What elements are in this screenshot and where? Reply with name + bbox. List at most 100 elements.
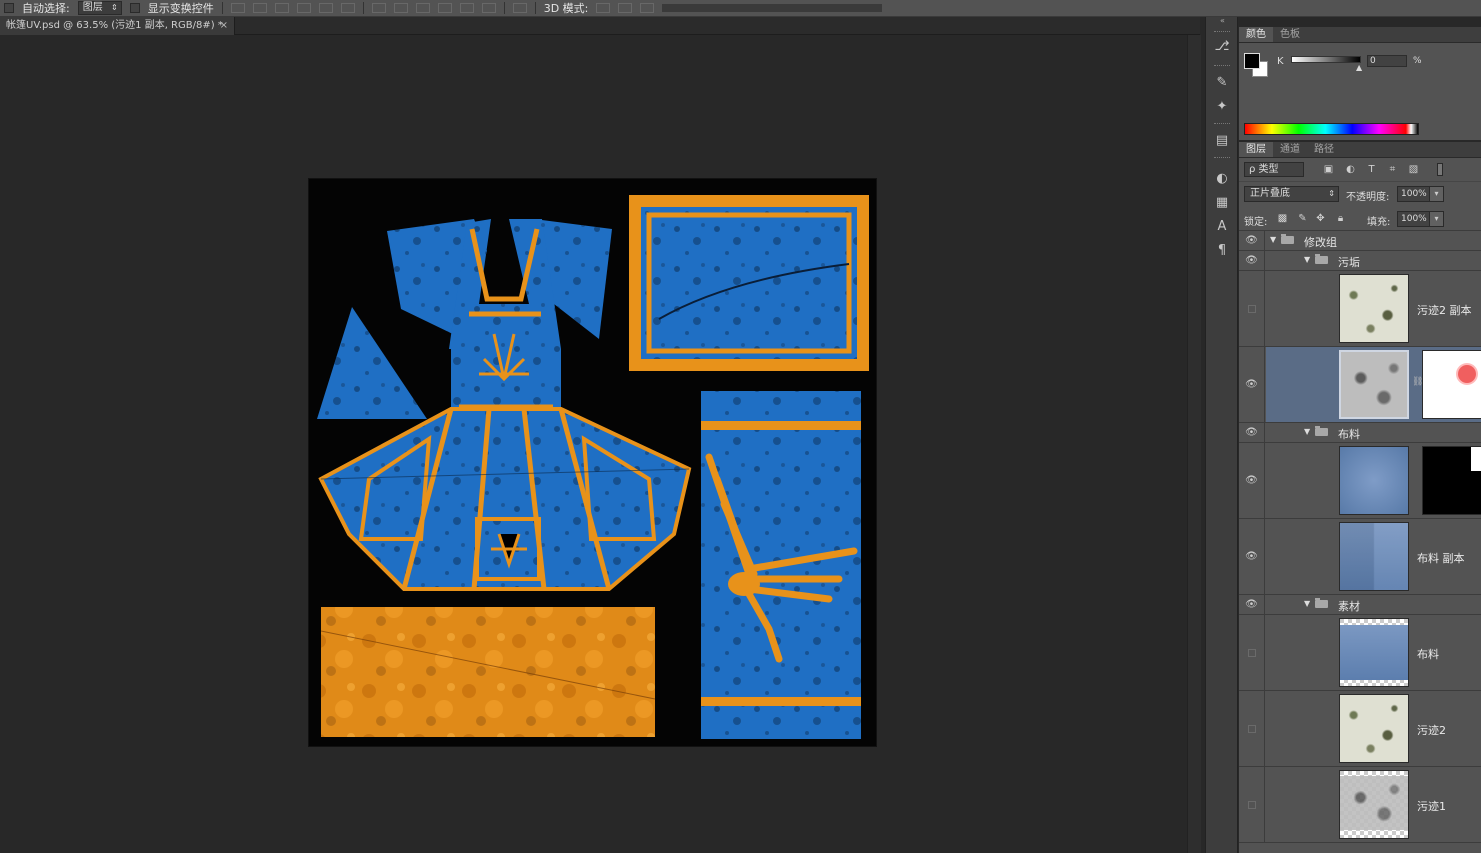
k-slider[interactable] [1291, 56, 1361, 63]
layer-row[interactable]: 污迹2 副本 [1239, 271, 1481, 347]
eye-icon-hidden[interactable] [1239, 271, 1265, 346]
document-tab[interactable]: 帐篷UV.psd @ 63.5% (污迹1 副本, RGB/8#) * × [0, 17, 235, 35]
auto-align-icon[interactable] [512, 3, 527, 13]
layer-mask-thumbnail[interactable] [1422, 350, 1481, 419]
fill-dropdown-arrow-icon[interactable]: ▾ [1429, 211, 1444, 227]
layer-body[interactable] [1266, 443, 1481, 518]
roll-3d-icon[interactable] [618, 3, 633, 13]
layer-group-row[interactable]: 👁︎ ▼ 污垢 [1239, 251, 1481, 271]
layer-body[interactable]: 污迹2 [1266, 691, 1481, 766]
show-transform-checkbox[interactable] [129, 3, 140, 13]
rotate-3d-icon[interactable] [596, 3, 611, 13]
filter-pixel-icon[interactable]: ▣ [1323, 164, 1334, 175]
chevron-down-icon[interactable]: ▼ [1304, 599, 1310, 608]
layer-body[interactable]: 污迹2 副本 [1266, 271, 1481, 346]
eye-icon[interactable]: 👁︎ [1239, 443, 1265, 518]
layer-row[interactable]: 布料 [1239, 615, 1481, 691]
filter-toggle[interactable] [1437, 163, 1443, 176]
filter-smartobject-icon[interactable]: ▧ [1408, 164, 1419, 175]
dock-grip[interactable] [1214, 65, 1230, 67]
layer-row[interactable]: 污迹1 [1239, 767, 1481, 843]
close-icon[interactable]: × [220, 17, 228, 35]
layer-group-row[interactable]: 👁︎ ▼ 修改组 [1239, 231, 1481, 251]
layer-body[interactable]: ▼ 素材 [1266, 595, 1481, 614]
auto-select-dropdown[interactable]: 图层 [77, 1, 122, 15]
align-hcenter-icon[interactable] [318, 3, 333, 13]
eye-icon-hidden[interactable] [1239, 615, 1265, 690]
filter-shape-icon[interactable]: ⌗ [1387, 164, 1398, 175]
layer-body[interactable]: ▼ 布料 [1266, 423, 1481, 442]
lock-pixels-icon[interactable]: ✎ [1297, 213, 1308, 224]
eye-icon-hidden[interactable] [1239, 691, 1265, 766]
auto-select-checkbox[interactable] [4, 3, 14, 13]
tab-paths[interactable]: 路径 [1307, 142, 1341, 157]
eye-icon[interactable]: 👁︎ [1239, 231, 1265, 250]
lock-all-icon[interactable]: 🔒︎ [1335, 213, 1346, 224]
color-spectrum-bar[interactable] [1244, 123, 1419, 135]
document-canvas[interactable] [308, 178, 877, 747]
tab-channels[interactable]: 通道 [1273, 142, 1307, 157]
dock-grip[interactable] [1214, 123, 1230, 125]
distribute-right-icon[interactable] [481, 3, 496, 13]
canvas-vertical-scrollbar[interactable] [1187, 35, 1201, 853]
align-bottom-icon[interactable] [274, 3, 289, 13]
eye-icon[interactable]: 👁︎ [1239, 519, 1265, 594]
layer-row[interactable]: 👁︎ 布料 副本 [1239, 519, 1481, 595]
align-top-icon[interactable] [230, 3, 245, 13]
adjustments-icon[interactable]: ◐ [1214, 171, 1230, 187]
layer-body[interactable]: 污迹1 [1266, 767, 1481, 842]
k-value-field[interactable]: 0 [1367, 55, 1407, 67]
tab-swatches[interactable]: 色板 [1273, 27, 1307, 42]
eye-icon[interactable]: 👁︎ [1239, 251, 1265, 270]
chevron-down-icon[interactable]: ▼ [1270, 235, 1276, 244]
lock-transparency-icon[interactable]: ▩ [1277, 213, 1288, 224]
brush-preset-icon[interactable]: ✎ [1214, 75, 1230, 91]
lock-position-icon[interactable]: ✥ [1315, 213, 1326, 224]
clone-source-icon[interactable]: ✦ [1214, 99, 1230, 115]
tab-layers[interactable]: 图层 [1239, 142, 1273, 157]
fill-field[interactable]: 100% [1397, 211, 1430, 227]
slider-thumb-icon[interactable]: ▲ [1356, 63, 1362, 72]
blend-mode-dropdown[interactable]: 正片叠底 [1244, 186, 1339, 202]
eye-icon-hidden[interactable] [1239, 767, 1265, 842]
opacity-dropdown-arrow-icon[interactable]: ▾ [1429, 186, 1444, 202]
foreground-color-swatch[interactable] [1244, 53, 1260, 69]
chevron-down-icon[interactable]: ▼ [1304, 427, 1310, 436]
filter-type-icon[interactable]: T [1366, 164, 1377, 175]
styles-icon[interactable]: ▦ [1214, 195, 1230, 211]
drag-3d-icon[interactable] [640, 3, 655, 13]
layer-body[interactable]: ⛓︎ [1266, 347, 1481, 422]
dock-grip[interactable] [1214, 157, 1230, 159]
tab-color[interactable]: 颜色 [1239, 27, 1273, 42]
filter-adjustment-icon[interactable]: ◐ [1345, 164, 1356, 175]
distribute-top-icon[interactable] [371, 3, 386, 13]
layer-body[interactable]: ▼ 污垢 [1266, 251, 1481, 270]
align-right-icon[interactable] [340, 3, 355, 13]
layer-mask-thumbnail[interactable] [1422, 446, 1481, 515]
layer-group-row[interactable]: 👁︎ ▼ 布料 [1239, 423, 1481, 443]
distribute-hcenter-icon[interactable] [459, 3, 474, 13]
layer-body[interactable]: ▼ 修改组 [1266, 231, 1481, 250]
layer-group-row[interactable]: 👁︎ ▼ 素材 [1239, 595, 1481, 615]
align-vcenter-icon[interactable] [252, 3, 267, 13]
eye-icon[interactable]: 👁︎ [1239, 595, 1265, 614]
filter-kind-dropdown[interactable]: ρ 类型 [1244, 162, 1304, 177]
properties-icon[interactable]: ▤ [1214, 133, 1230, 149]
distribute-vcenter-icon[interactable] [393, 3, 408, 13]
history-icon[interactable]: ⎇ [1214, 39, 1230, 55]
eye-icon[interactable]: 👁︎ [1239, 347, 1265, 422]
dock-grip[interactable] [1214, 31, 1230, 33]
chevron-down-icon[interactable]: ▼ [1304, 255, 1310, 264]
align-left-icon[interactable] [296, 3, 311, 13]
character-icon[interactable]: A [1214, 219, 1230, 235]
paragraph-icon[interactable]: ¶ [1214, 243, 1230, 259]
distribute-left-icon[interactable] [437, 3, 452, 13]
layer-row-selected[interactable]: 👁︎ ⛓︎ [1239, 347, 1481, 423]
distribute-bottom-icon[interactable] [415, 3, 430, 13]
eye-icon[interactable]: 👁︎ [1239, 423, 1265, 442]
layer-row[interactable]: 👁︎ [1239, 443, 1481, 519]
layer-body[interactable]: 布料 [1266, 615, 1481, 690]
opacity-field[interactable]: 100% [1397, 186, 1430, 202]
layer-row[interactable]: 污迹2 [1239, 691, 1481, 767]
collapse-panels-icon[interactable]: « [1206, 17, 1239, 25]
